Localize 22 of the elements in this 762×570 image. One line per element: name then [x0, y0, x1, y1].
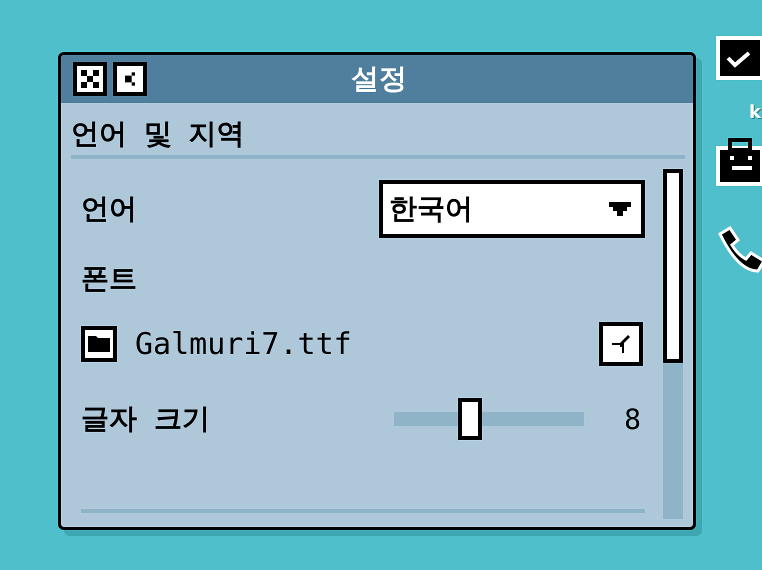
arrow-left-icon	[125, 72, 135, 86]
window-title: 설정	[350, 61, 408, 97]
caret-icon	[609, 202, 631, 216]
font-label: 폰트	[81, 261, 137, 297]
font-file-name: Galmuri7.ttf	[135, 326, 353, 362]
font-size-slider[interactable]	[394, 398, 584, 440]
scrollbar[interactable]	[663, 169, 683, 519]
bag-icon[interactable]	[716, 136, 762, 186]
checker-icon	[81, 70, 99, 88]
desktop-icon-label: k	[749, 102, 761, 123]
font-size-value: 8	[624, 402, 641, 436]
folder-icon	[81, 326, 117, 362]
font-size-label: 글자 크기	[81, 401, 210, 437]
minimize-button[interactable]	[113, 62, 147, 96]
language-label: 언어	[81, 191, 137, 227]
scrollbar-thumb[interactable]	[663, 169, 683, 363]
language-dropdown[interactable]: 한국어	[379, 180, 645, 238]
section-heading: 언어 및 지역	[70, 116, 246, 152]
select-file-button[interactable]	[599, 322, 643, 366]
close-button[interactable]	[73, 62, 107, 96]
pointer-icon	[610, 333, 632, 355]
slider-thumb[interactable]	[458, 398, 482, 440]
